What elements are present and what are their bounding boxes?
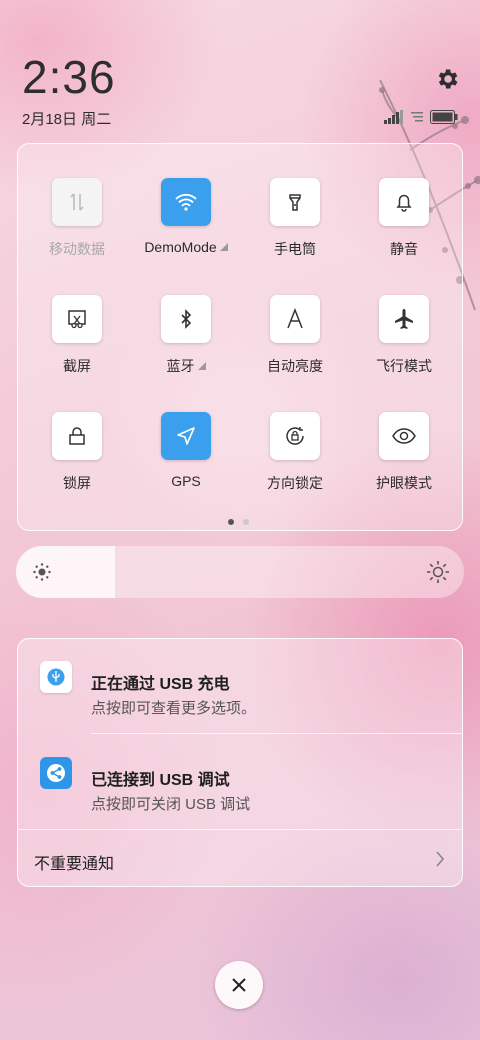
tile-label: 锁屏 (63, 475, 91, 491)
mobile-data-button[interactable] (52, 178, 102, 226)
wifi-icon (175, 193, 197, 211)
clock-time: 2:36 (22, 51, 116, 103)
clear-all-button[interactable] (215, 961, 263, 1009)
usb-icon (40, 661, 72, 693)
unimportant-notifications-link[interactable]: 不重要通知 (34, 850, 114, 874)
mobile-data-icon (70, 193, 84, 211)
page-dot-1[interactable] (228, 519, 234, 525)
quick-settings-panel: 移动数据 DemoMode 手电筒 静音 截屏 蓝牙 自动亮度 飞行模式 锁屏 … (17, 143, 463, 531)
notification-title: 正在通过 USB 充电 (91, 676, 230, 693)
settings-gear-icon[interactable] (434, 66, 460, 92)
submenu-indicator-icon (197, 362, 206, 370)
tile-airplane[interactable]: 飞行模式 (349, 295, 459, 376)
wifi-toggle-button[interactable] (161, 178, 211, 226)
notification-usb-debugging[interactable]: 已连接到 USB 调试 点按即可关闭 USB 调试 (18, 735, 462, 813)
tile-gps[interactable]: GPS (131, 412, 241, 491)
auto-brightness-icon (287, 308, 303, 329)
screenshot-button[interactable] (52, 295, 102, 343)
signal-icon (384, 110, 403, 124)
battery-icon (430, 110, 458, 124)
rotation-lock-icon (286, 427, 304, 445)
rotation-lock-button[interactable] (270, 412, 320, 460)
eye-care-button[interactable] (379, 412, 429, 460)
tile-auto-brightness[interactable]: 自动亮度 (240, 295, 350, 376)
bluetooth-icon (181, 309, 192, 329)
page-dot-2[interactable] (243, 519, 249, 525)
tile-label-row: DemoMode (144, 239, 228, 255)
notification-title: 已连接到 USB 调试 (91, 772, 230, 789)
tile-silent[interactable]: 静音 (349, 178, 459, 259)
share-icon (40, 757, 72, 789)
screenshot-icon (68, 310, 86, 329)
location-icon (177, 427, 195, 445)
tile-label: 移动数据 (49, 241, 105, 257)
page-indicator (228, 519, 249, 525)
silent-button[interactable] (379, 178, 429, 226)
tile-lock-screen[interactable]: 锁屏 (22, 412, 132, 493)
close-icon (232, 978, 246, 992)
tile-label: GPS (171, 473, 201, 489)
tile-eye-care[interactable]: 护眼模式 (349, 412, 459, 493)
wifi-indicator-icon (411, 112, 423, 122)
tile-label: 蓝牙 (166, 358, 195, 374)
gps-toggle-button[interactable] (161, 412, 211, 460)
bell-icon (396, 194, 412, 212)
tile-label: 静音 (390, 241, 418, 257)
divider (18, 829, 462, 830)
notification-subtitle: 点按即可关闭 USB 调试 (91, 796, 251, 813)
tile-wifi[interactable]: DemoMode (131, 178, 241, 257)
notification-subtitle: 点按即可查看更多选项。 (91, 700, 257, 717)
tile-label: DemoMode (144, 239, 217, 255)
tile-bluetooth[interactable]: 蓝牙 (131, 295, 241, 376)
divider (91, 733, 462, 734)
brightness-low-icon (33, 563, 51, 581)
tile-label: 手电筒 (274, 241, 316, 257)
tile-label: 飞行模式 (376, 358, 432, 374)
chevron-right-icon[interactable] (434, 849, 446, 869)
tile-screenshot[interactable]: 截屏 (22, 295, 132, 376)
submenu-indicator-icon (219, 243, 228, 251)
clock-date: 2月18日 周二 (22, 111, 112, 128)
tile-label-row: 蓝牙 (167, 356, 206, 376)
tile-mobile-data[interactable]: 移动数据 (22, 178, 132, 259)
lock-icon (69, 427, 85, 445)
tile-rotation-lock[interactable]: 方向锁定 (240, 412, 350, 493)
flashlight-button[interactable] (270, 178, 320, 226)
brightness-high-icon (427, 561, 449, 583)
tile-label: 自动亮度 (267, 358, 323, 374)
tile-flashlight[interactable]: 手电筒 (240, 178, 350, 259)
auto-brightness-button[interactable] (270, 295, 320, 343)
flashlight-icon (289, 194, 301, 211)
lock-screen-button[interactable] (52, 412, 102, 460)
notification-usb-charging[interactable]: 正在通过 USB 充电 点按即可查看更多选项。 (18, 639, 462, 717)
tile-label: 护眼模式 (376, 475, 432, 491)
airplane-icon (395, 309, 413, 329)
bluetooth-button[interactable] (161, 295, 211, 343)
status-icons (384, 108, 458, 124)
notification-panel: 正在通过 USB 充电 点按即可查看更多选项。 已连接到 USB 调试 点按即可… (17, 638, 463, 887)
brightness-fill (16, 546, 115, 598)
eye-icon (392, 428, 416, 444)
tile-label: 截屏 (63, 358, 91, 374)
tile-label: 方向锁定 (267, 475, 323, 491)
airplane-mode-button[interactable] (379, 295, 429, 343)
brightness-slider[interactable] (16, 546, 464, 598)
